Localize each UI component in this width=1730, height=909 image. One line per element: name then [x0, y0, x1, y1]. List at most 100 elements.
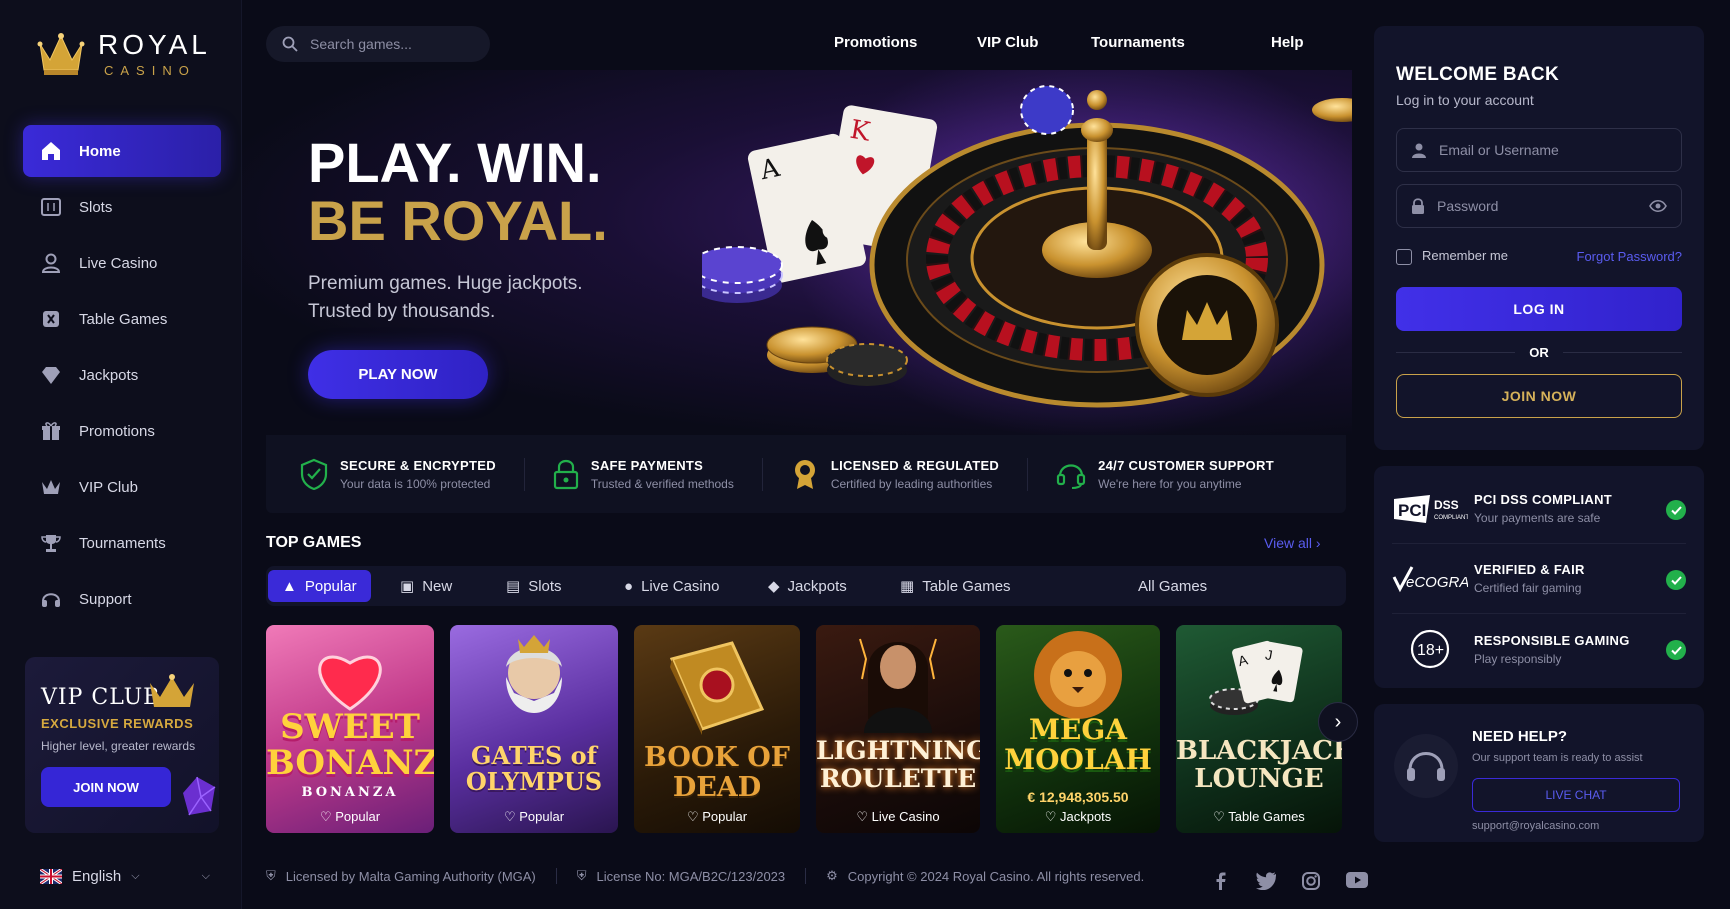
game-card[interactable]: GATES of OLYMPUS ♡ Popular: [450, 625, 618, 833]
twitter-icon[interactable]: [1256, 872, 1276, 890]
tab-all-games[interactable]: All Games: [1124, 570, 1221, 602]
hero-text: Premium games. Huge jackpots. Trusted by…: [308, 273, 583, 322]
sidebar-item-support[interactable]: Support: [23, 573, 221, 625]
vip-exclusive-label: EXCLUSIVE REWARDS: [41, 716, 194, 731]
sidebar-item-label: VIP Club: [79, 478, 138, 496]
password-placeholder: Password: [1437, 198, 1499, 214]
ecogra-logo: eCOGRA: [1392, 565, 1474, 593]
game-card[interactable]: AJ BLACKJACK LOUNGE ♡ Table Games: [1176, 625, 1342, 833]
forgot-password-link[interactable]: Forgot Password?: [1577, 249, 1683, 264]
tab-popular[interactable]: ▲ Popular: [268, 570, 371, 602]
trust-row-responsible: 18+ RESPONSIBLE GAMING Play responsibly: [1392, 614, 1686, 684]
sidebar-item-vip-club[interactable]: VIP Club: [23, 461, 221, 513]
book-icon: [669, 641, 765, 735]
game-title: BLACKJACK LOUNGE: [1176, 736, 1342, 794]
sidebar-item-slots[interactable]: Slots: [23, 181, 221, 233]
remember-me-checkbox[interactable]: Remember me: [1396, 248, 1508, 265]
uk-flag-icon: [40, 869, 62, 884]
login-button[interactable]: LOG IN: [1396, 286, 1682, 331]
feature-support: 24/7 CUSTOMER SUPPORT We're here for you …: [1056, 458, 1302, 491]
diamond-icon: [39, 363, 63, 387]
user-icon: ●: [624, 577, 634, 595]
chevron-right-icon: ›: [1315, 535, 1321, 551]
cards-icon: ▦: [900, 578, 915, 595]
checkbox-box[interactable]: [1396, 248, 1412, 265]
sidebar-item-label: Support: [79, 590, 132, 608]
trust-sub: Certified fair gaming: [1474, 581, 1582, 595]
main-content: Search games... Promotions VIP Club Tour…: [242, 0, 1368, 909]
feature-sub: Your data is 100% protected: [340, 476, 491, 491]
trust-row-ecogra: eCOGRA VERIFIED & FAIR Certified fair gam…: [1392, 544, 1686, 614]
headset-icon: [1394, 734, 1458, 798]
feature-licensed: LICENSED & REGULATED Certified by leading…: [791, 457, 1029, 491]
feature-secure: SECURE & ENCRYPTED Your data is 100% prot…: [300, 457, 525, 491]
youtube-icon[interactable]: [1346, 872, 1368, 888]
tab-label: Slots: [528, 577, 562, 595]
facebook-icon[interactable]: [1212, 872, 1230, 890]
search-input[interactable]: Search games...: [266, 26, 490, 62]
eye-icon[interactable]: [1649, 199, 1667, 213]
chevron-right-icon: ›: [1334, 710, 1342, 733]
tab-slots[interactable]: ▤ Slots: [492, 570, 576, 602]
footer-copyright: ⚙ Copyright © 2024 Royal Casino. All righ…: [826, 868, 1164, 884]
license-no-text: License No: MGA/B2C/123/2023: [596, 868, 786, 884]
sidebar-item-promotions[interactable]: Promotions: [23, 405, 221, 457]
tab-label: Jackpots: [787, 577, 847, 595]
crown-icon: [150, 674, 194, 707]
tab-live-casino[interactable]: ● Live Casino: [610, 570, 733, 602]
game-tag-label: Live Casino: [871, 809, 940, 824]
support-email-link[interactable]: support@royalcasino.com: [1472, 820, 1599, 832]
chevron-down-icon[interactable]: ⌵: [202, 870, 210, 883]
tab-table-games[interactable]: ▦ Table Games: [886, 570, 1025, 602]
game-card[interactable]: MEGA MOOLAH € 12,948,305.50 ♡ Jackpots: [996, 625, 1160, 833]
instagram-icon[interactable]: [1302, 872, 1320, 890]
game-tag: ♡ Table Games: [1176, 809, 1342, 825]
tab-jackpots[interactable]: ◆ Jackpots: [754, 570, 861, 602]
game-card[interactable]: SWEET BONANZA BONANZA ♡ Popular: [266, 625, 434, 833]
search-placeholder: Search games...: [310, 36, 412, 52]
topnav-vip-club[interactable]: VIP Club: [977, 34, 1038, 51]
topnav-promotions[interactable]: Promotions: [834, 34, 917, 51]
trophy-icon: [39, 531, 63, 555]
game-card[interactable]: BOOK OF DEAD ♡ Popular: [634, 625, 800, 833]
tab-label: All Games: [1138, 577, 1208, 595]
play-now-button[interactable]: PLAY NOW: [308, 350, 488, 399]
sidebar-item-table-games[interactable]: Table Games: [23, 293, 221, 345]
game-card[interactable]: LIGHTNING ROULETTE ♡ Live Casino: [816, 625, 980, 833]
divider-line: [1396, 351, 1516, 353]
feature-sub: Trusted & verified methods: [590, 476, 734, 491]
games-carousel: SWEET BONANZA BONANZA ♡ Popular GATES of…: [266, 625, 1346, 833]
sidebar: ROYAL CASINO Home Slots Live Casino Tabl…: [0, 0, 242, 909]
vip-join-button[interactable]: JOIN NOW: [41, 767, 171, 807]
join-now-button[interactable]: JOIN NOW: [1396, 373, 1682, 418]
trust-badges: PCI DSS COMPLIANT PCI DSS COMPLIANT Your pa…: [1374, 466, 1704, 688]
topnav-help[interactable]: Help: [1271, 34, 1304, 51]
login-title: WELCOME BACK: [1396, 64, 1559, 85]
age-18-logo: 18+: [1392, 629, 1474, 669]
topnav-tournaments[interactable]: Tournaments: [1091, 34, 1185, 51]
feature-payments: SAFE PAYMENTS Trusted & verified methods: [553, 457, 763, 491]
carousel-next-button[interactable]: ›: [1318, 702, 1358, 742]
jackpot-icon: ◆: [768, 578, 780, 595]
lion-icon: [1034, 631, 1122, 719]
zeus-portrait-icon: [506, 635, 562, 713]
email-field[interactable]: Email or Username: [1396, 128, 1682, 172]
game-tag: ♡ Popular: [634, 809, 800, 825]
flame-icon: ▲: [282, 577, 297, 595]
password-field[interactable]: Password: [1396, 184, 1682, 228]
slots-icon: [39, 195, 63, 219]
sidebar-item-jackpots[interactable]: Jackpots: [23, 349, 221, 401]
brand-name: ROYAL: [98, 28, 211, 60]
game-tag-label: Popular: [702, 809, 748, 824]
language-selector[interactable]: English ⌵ ⌵: [40, 868, 210, 885]
user-icon: [39, 251, 63, 275]
view-all-label: View all: [1264, 535, 1312, 551]
tab-new[interactable]: ▣ New: [386, 570, 466, 602]
sidebar-item-tournaments[interactable]: Tournaments: [23, 517, 221, 569]
sidebar-item-home[interactable]: Home: [23, 125, 221, 177]
live-chat-button[interactable]: LIVE CHAT: [1472, 778, 1680, 812]
logo[interactable]: ROYAL CASINO: [36, 30, 211, 78]
sidebar-item-label: Home: [79, 142, 121, 160]
sidebar-item-live-casino[interactable]: Live Casino: [23, 237, 221, 289]
view-all-link[interactable]: View all ›: [1264, 535, 1321, 551]
